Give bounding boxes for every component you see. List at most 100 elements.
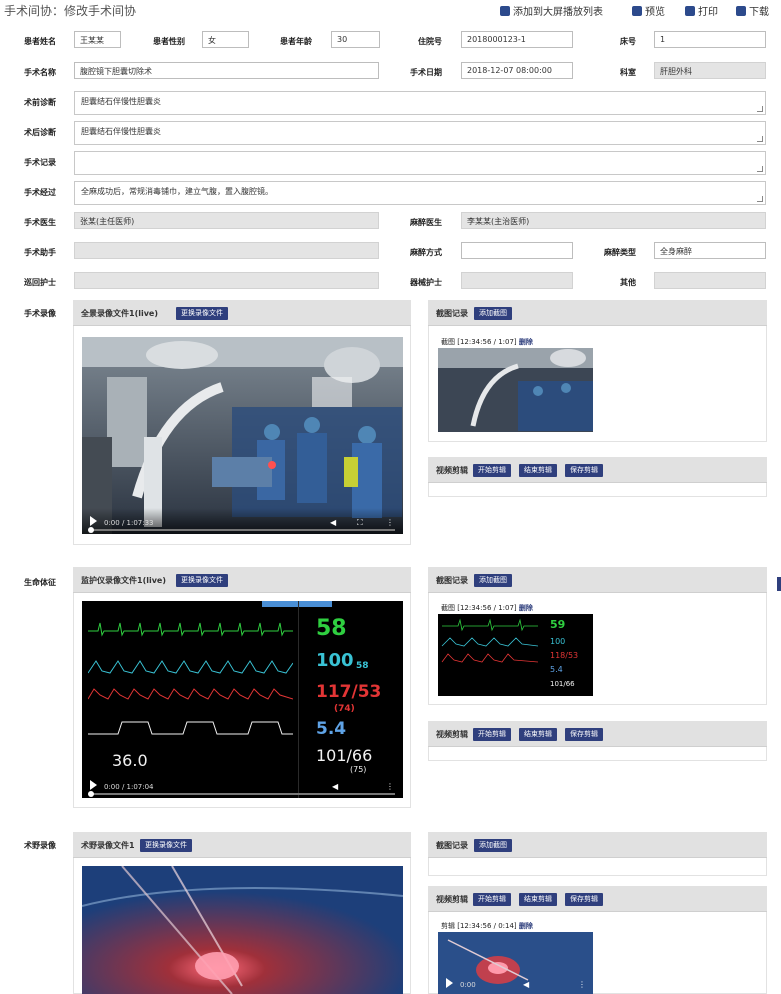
co2-wave	[88, 721, 293, 735]
monitor-divider	[298, 601, 299, 798]
field-video-panel-title: 术野录像文件1	[81, 841, 135, 850]
bed-field[interactable]: 1	[654, 31, 766, 48]
download-button[interactable]: 下载	[736, 3, 769, 18]
surgery-room-scene	[82, 337, 403, 534]
more-options-icon[interactable]: ⋮	[578, 980, 587, 989]
field-clip-save-button[interactable]: 保存剪辑	[565, 893, 603, 906]
svg-text:101/66: 101/66	[550, 680, 575, 688]
gender-field[interactable]: 女	[202, 31, 249, 48]
patient-name-label: 患者姓名	[24, 37, 56, 46]
gender-label: 患者性别	[153, 37, 185, 46]
change-field-video-button[interactable]: 更换录像文件	[140, 839, 192, 852]
more-options-icon[interactable]: ⋮	[386, 782, 395, 791]
volume-icon[interactable]: ◀	[330, 518, 339, 527]
monitor-progress-bar[interactable]	[90, 793, 395, 795]
anes-type-field[interactable]: 全身麻醉	[654, 242, 766, 259]
preview-button[interactable]: 预览	[632, 3, 665, 18]
video-panel-header: 全景录像文件1(live) 更换录像文件	[73, 300, 411, 326]
other-field	[654, 272, 766, 289]
clip-panel-header: 视频剪辑 开始剪辑 结束剪辑 保存剪辑	[428, 457, 767, 483]
vitals-add-screenshot-button[interactable]: 添加截图	[474, 574, 512, 587]
field-delete-clip-link[interactable]: 删除	[519, 922, 533, 930]
preview-icon	[632, 5, 642, 16]
age-field[interactable]: 30	[331, 31, 380, 48]
top-bar: 手术间协：修改手术间协 添加到大屏播放列表 预览 打印 下载	[0, 0, 781, 22]
print-icon	[685, 5, 695, 16]
ecg-wave	[88, 622, 293, 637]
screenshot-image	[438, 336, 593, 432]
add-screenshot-button[interactable]: 添加截图	[474, 307, 512, 320]
anes-label: 麻醉医生	[410, 218, 442, 227]
scrub-field	[461, 272, 573, 289]
postop-textarea[interactable]: 胆囊结石伴慢性胆囊炎	[74, 121, 766, 145]
clip-save-button[interactable]: 保存剪辑	[565, 464, 603, 477]
clip-start-button[interactable]: 开始剪辑	[473, 464, 511, 477]
monitor-icon	[500, 5, 510, 16]
anes-field: 李某某(主治医师)	[461, 212, 766, 229]
field-add-screenshot-button[interactable]: 添加截图	[474, 839, 512, 852]
monitor-header-bar	[262, 601, 332, 607]
delete-screenshot-link[interactable]: 删除	[519, 338, 533, 346]
field-screenshot-panel-title: 截图记录	[436, 841, 468, 850]
assistant-field	[74, 242, 379, 259]
case-no-field[interactable]: 2018000123-1	[461, 31, 573, 48]
age-label: 患者年龄	[280, 37, 312, 46]
field-clip-panel-title: 视频剪辑	[436, 895, 468, 904]
more-options-icon[interactable]: ⋮	[386, 518, 395, 527]
surgeon-label: 手术医生	[24, 218, 56, 227]
dept-label: 科室	[620, 68, 636, 77]
vitals-clip-panel-header: 视频剪辑 开始剪辑 结束剪辑 保存剪辑	[428, 721, 767, 747]
play-icon[interactable]	[90, 516, 97, 526]
nibp-mean-value: (74)	[334, 704, 355, 714]
vitals-screenshot-thumbnail[interactable]: 59 100 118/53 5.4 101/66 截图 [12:34:56 / …	[438, 602, 593, 696]
field-clip-thumbnail[interactable]: 剪辑 [12:34:56 / 0:14] 删除 0:00 ◀ ⋮	[438, 920, 593, 994]
anes-method-label: 麻醉方式	[410, 248, 442, 257]
volume-icon[interactable]: ◀	[332, 782, 341, 791]
video-progress-knob[interactable]	[88, 527, 94, 533]
field-clip-end-button[interactable]: 结束剪辑	[519, 893, 557, 906]
nibp-value: 117/53	[316, 682, 382, 702]
vitals-clip-save-button[interactable]: 保存剪辑	[565, 728, 603, 741]
add-to-playlist-button[interactable]: 添加到大屏播放列表	[500, 3, 603, 18]
play-icon[interactable]	[446, 978, 453, 988]
anes-method-field[interactable]	[461, 242, 573, 259]
change-video-button[interactable]: 更换录像文件	[176, 307, 228, 320]
vitals-delete-screenshot-link[interactable]: 删除	[519, 604, 533, 612]
field-clip-panel-header: 视频剪辑 开始剪辑 结束剪辑 保存剪辑	[428, 886, 767, 912]
surgery-date-label: 手术日期	[410, 68, 442, 77]
field-clip-time: 0:00	[460, 981, 476, 989]
screenshot-thumbnail[interactable]: 截图 [12:34:56 / 1:07] 删除	[438, 336, 593, 432]
nurse-field	[74, 272, 379, 289]
vitals-clip-start-button[interactable]: 开始剪辑	[473, 728, 511, 741]
fullscreen-icon[interactable]: ⛶	[357, 518, 366, 527]
change-monitor-video-button[interactable]: 更换录像文件	[176, 574, 228, 587]
screenshot-panel-title: 截图记录	[436, 309, 468, 318]
field-video-player[interactable]	[82, 866, 403, 994]
field-clip-start-button[interactable]: 开始剪辑	[473, 893, 511, 906]
side-tab[interactable]	[777, 577, 781, 591]
spo2-value: 100	[316, 650, 354, 671]
video-progress-bar[interactable]	[90, 529, 395, 531]
vitals-clip-panel-title: 视频剪辑	[436, 730, 468, 739]
patient-name-field[interactable]: 王某某	[74, 31, 121, 48]
field-video-scene	[82, 866, 403, 994]
proc-textarea[interactable]	[74, 151, 766, 175]
print-button[interactable]: 打印	[685, 3, 718, 18]
section-vitals-label: 生命体征	[24, 578, 56, 587]
monitor-video-player[interactable]: 58 100 58 117/53 (74) 5.4 36.0 101/66 (7…	[82, 601, 403, 798]
nurse-label: 巡回护士	[24, 278, 56, 287]
video-panel-title: 全景录像文件1(live)	[81, 309, 159, 318]
monitor-progress-knob[interactable]	[88, 791, 94, 797]
vitals-clip-end-button[interactable]: 结束剪辑	[519, 728, 557, 741]
surgery-video-player[interactable]: 0:00 / 1:07:33 ◀ ⛶ ⋮	[82, 337, 403, 534]
surgery-date-field[interactable]: 2018-12-07 08:00:00	[461, 62, 573, 79]
download-icon	[736, 5, 746, 16]
surgeon-field: 张某(主任医师)	[74, 212, 379, 229]
detail-textarea[interactable]: 全麻成功后，常规消毒铺巾，建立气腹，置入腹腔镜。	[74, 181, 766, 205]
preop-textarea[interactable]: 胆囊结石伴慢性胆囊炎	[74, 91, 766, 115]
bed-label: 床号	[620, 37, 636, 46]
volume-icon[interactable]: ◀	[523, 980, 532, 989]
surgery-name-field[interactable]: 腹腔镜下胆囊切除术	[74, 62, 379, 79]
clip-end-button[interactable]: 结束剪辑	[519, 464, 557, 477]
play-icon[interactable]	[90, 780, 97, 790]
